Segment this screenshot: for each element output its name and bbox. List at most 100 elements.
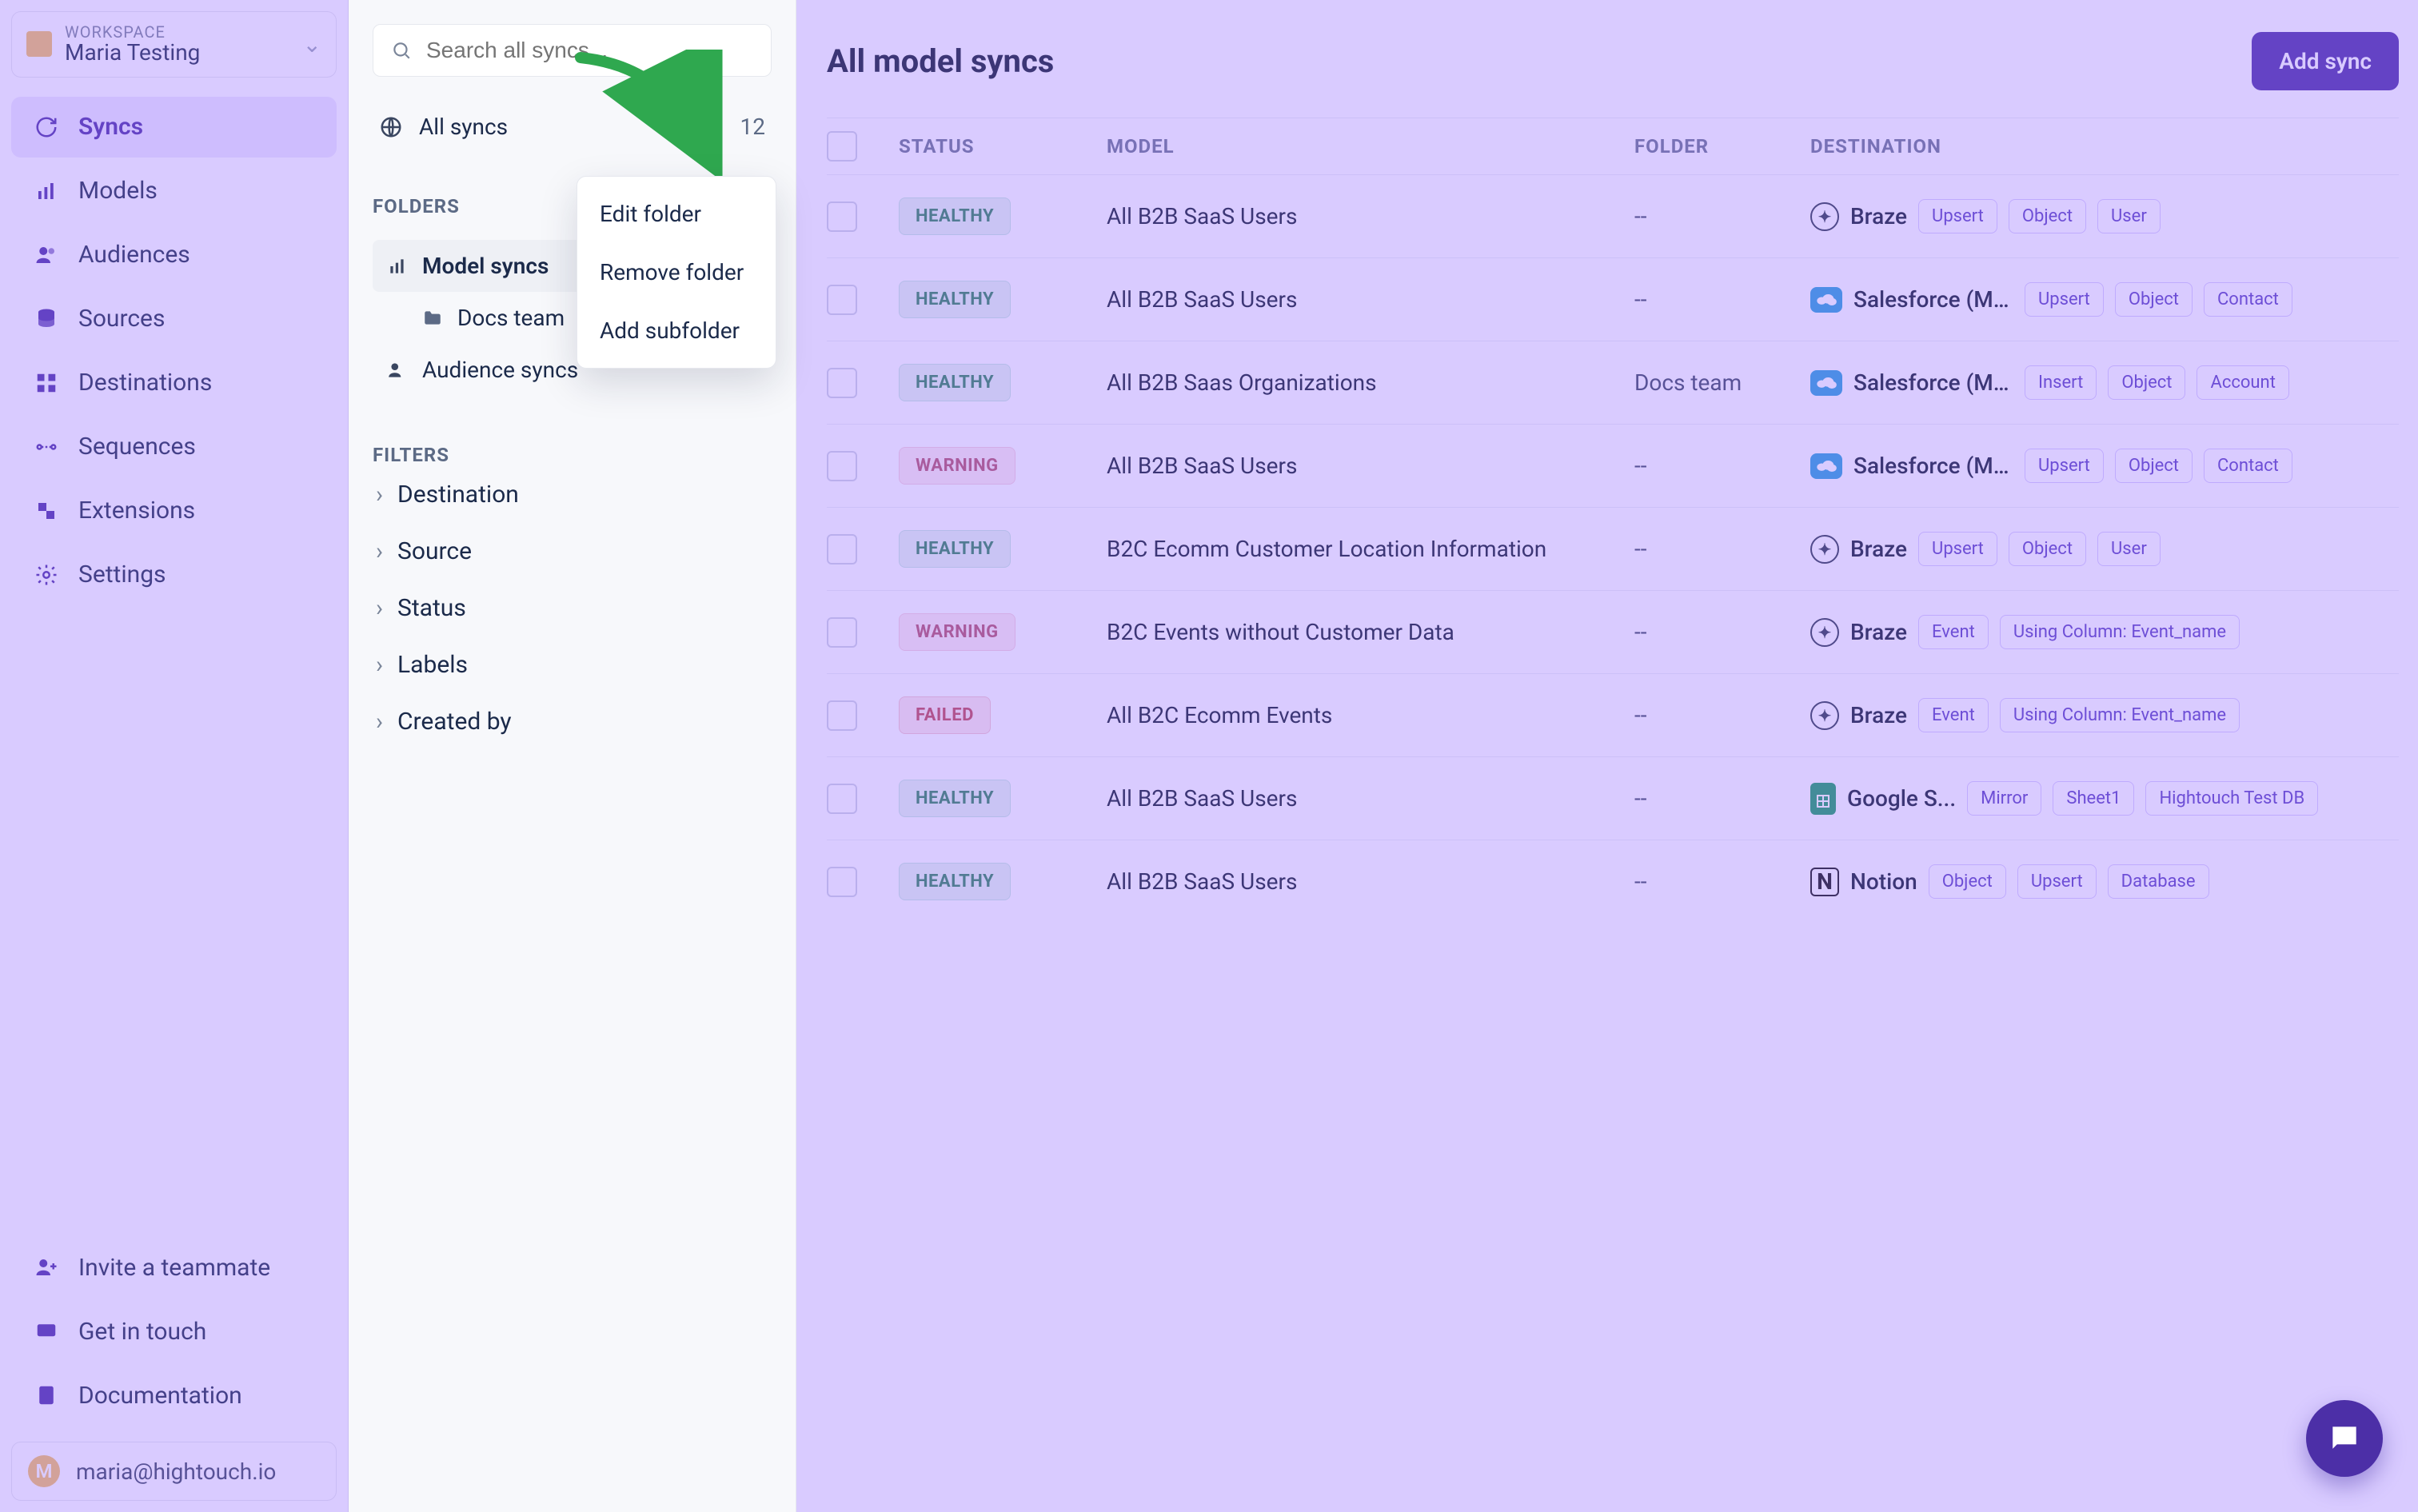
footer-label: Documentation bbox=[78, 1382, 242, 1410]
dest-tag: User bbox=[2097, 199, 2161, 233]
chat-fab[interactable] bbox=[2306, 1400, 2383, 1477]
folder-cell: -- bbox=[1634, 619, 1810, 645]
nav-list: Syncs Models Audiences Sources Destinati… bbox=[11, 97, 337, 605]
filter-createdby[interactable]: › Created by bbox=[373, 693, 772, 750]
table-row[interactable]: HEALTHYAll B2B SaaS Users--Google S... M… bbox=[827, 756, 2399, 840]
table-row[interactable]: HEALTHYAll B2B SaaS Users--✦Braze Upsert… bbox=[827, 174, 2399, 257]
users-icon bbox=[387, 360, 408, 381]
filter-status[interactable]: › Status bbox=[373, 580, 772, 636]
dest-tag: Account bbox=[2197, 365, 2288, 400]
table-row[interactable]: FAILEDAll B2C Ecomm Events--✦Braze Event… bbox=[827, 673, 2399, 756]
dest-tag: Object bbox=[2115, 282, 2193, 317]
folder-cell: -- bbox=[1634, 785, 1810, 812]
status-badge: WARNING bbox=[899, 613, 1015, 651]
folder-icon bbox=[422, 308, 443, 329]
chevron-right-icon: › bbox=[376, 594, 383, 622]
filter-destination[interactable]: › Destination bbox=[373, 466, 772, 523]
sync-icon bbox=[32, 113, 61, 142]
filter-label: Source bbox=[397, 537, 472, 565]
nav-item-sources[interactable]: Sources bbox=[11, 289, 337, 349]
row-checkbox[interactable] bbox=[827, 201, 857, 232]
filter-source[interactable]: › Source bbox=[373, 523, 772, 580]
col-model: MODEL bbox=[1107, 135, 1634, 158]
row-checkbox[interactable] bbox=[827, 534, 857, 565]
page-title: All model syncs bbox=[827, 42, 1054, 80]
select-all-checkbox[interactable] bbox=[827, 131, 857, 162]
workspace-name: Maria Testing bbox=[65, 41, 290, 66]
ctx-add-subfolder[interactable]: Add subfolder bbox=[577, 301, 776, 360]
table-row[interactable]: HEALTHYAll B2B Saas OrganizationsDocs te… bbox=[827, 341, 2399, 424]
status-badge: HEALTHY bbox=[899, 863, 1011, 900]
book-icon bbox=[32, 1381, 61, 1410]
row-checkbox[interactable] bbox=[827, 451, 857, 481]
destination-cell: Salesforce (Maria ... Upsert Object Cont… bbox=[1810, 449, 2399, 483]
status-badge: HEALTHY bbox=[899, 281, 1011, 318]
footer-invite[interactable]: Invite a teammate bbox=[11, 1237, 337, 1298]
nav-item-audiences[interactable]: Audiences bbox=[11, 225, 337, 285]
dest-tag: Using Column: Event_name bbox=[2000, 698, 2240, 732]
status-badge: FAILED bbox=[899, 696, 991, 734]
ctx-edit-folder[interactable]: Edit folder bbox=[577, 185, 776, 243]
user-menu[interactable]: M maria@hightouch.io bbox=[11, 1442, 337, 1501]
table-row[interactable]: HEALTHYAll B2B SaaS Users--NNotion Objec… bbox=[827, 840, 2399, 923]
footer-docs[interactable]: Documentation bbox=[11, 1365, 337, 1426]
dest-tag: Database bbox=[2108, 864, 2209, 899]
destination-name: Google S... bbox=[1847, 785, 1956, 812]
nav-footer: Invite a teammate Get in touch Documenta… bbox=[11, 1237, 337, 1501]
col-destination: DESTINATION bbox=[1810, 135, 2399, 158]
nav-item-models[interactable]: Models bbox=[11, 161, 337, 221]
puzzle-icon bbox=[32, 497, 61, 525]
row-checkbox[interactable] bbox=[827, 368, 857, 398]
left-nav: WORKSPACE Maria Testing ⌄ Syncs Models A… bbox=[0, 0, 349, 1512]
model-cell: All B2B SaaS Users bbox=[1107, 785, 1634, 812]
add-sync-button[interactable]: Add sync bbox=[2252, 32, 2399, 90]
table-body: HEALTHYAll B2B SaaS Users--✦Braze Upsert… bbox=[827, 174, 2399, 923]
dest-tag: Upsert bbox=[2025, 449, 2104, 483]
col-status: STATUS bbox=[899, 135, 1107, 158]
nav-item-settings[interactable]: Settings bbox=[11, 545, 337, 605]
nav-label: Extensions bbox=[78, 497, 195, 525]
model-cell: All B2B SaaS Users bbox=[1107, 868, 1634, 895]
row-checkbox[interactable] bbox=[827, 285, 857, 315]
salesforce-icon bbox=[1810, 287, 1842, 313]
dest-tag: Upsert bbox=[2017, 864, 2097, 899]
destination-name: Braze bbox=[1850, 702, 1907, 728]
table-row[interactable]: WARNINGB2C Events without Customer Data-… bbox=[827, 590, 2399, 673]
dest-tag: Object bbox=[2115, 449, 2193, 483]
nav-item-destinations[interactable]: Destinations bbox=[11, 353, 337, 413]
nav-item-sequences[interactable]: Sequences bbox=[11, 417, 337, 477]
model-cell: All B2B SaaS Users bbox=[1107, 453, 1634, 479]
all-syncs-label: All syncs bbox=[419, 114, 508, 140]
status-badge: HEALTHY bbox=[899, 780, 1011, 817]
folder-cell: -- bbox=[1634, 203, 1810, 229]
nav-item-extensions[interactable]: Extensions bbox=[11, 481, 337, 541]
nav-label: Settings bbox=[78, 561, 166, 588]
row-checkbox[interactable] bbox=[827, 867, 857, 897]
col-folder: FOLDER bbox=[1634, 135, 1810, 158]
braze-icon: ✦ bbox=[1810, 202, 1839, 231]
table-row[interactable]: HEALTHYB2C Ecomm Customer Location Infor… bbox=[827, 507, 2399, 590]
destination-cell: NNotion Object Upsert Database bbox=[1810, 864, 2399, 899]
folders-header-label: FOLDERS bbox=[373, 195, 460, 217]
dest-tag: Event bbox=[1918, 698, 1989, 732]
row-checkbox[interactable] bbox=[827, 784, 857, 814]
dest-tag: Insert bbox=[2025, 365, 2097, 400]
filter-labels[interactable]: › Labels bbox=[373, 636, 772, 693]
ctx-remove-folder[interactable]: Remove folder bbox=[577, 243, 776, 301]
row-checkbox[interactable] bbox=[827, 617, 857, 648]
braze-icon: ✦ bbox=[1810, 618, 1839, 647]
search-icon bbox=[391, 40, 412, 61]
nav-item-syncs[interactable]: Syncs bbox=[11, 97, 337, 158]
footer-getintouch[interactable]: Get in touch bbox=[11, 1301, 337, 1362]
workspace-switcher[interactable]: WORKSPACE Maria Testing ⌄ bbox=[11, 11, 337, 78]
table-row[interactable]: HEALTHYAll B2B SaaS Users--Salesforce (M… bbox=[827, 257, 2399, 341]
status-badge: HEALTHY bbox=[899, 530, 1011, 568]
chevron-right-icon: › bbox=[376, 708, 383, 736]
dest-tag: Hightouch Test DB bbox=[2145, 781, 2318, 816]
row-checkbox[interactable] bbox=[827, 700, 857, 731]
nav-label: Destinations bbox=[78, 369, 212, 397]
folder-label: Audience syncs bbox=[422, 357, 578, 383]
nav-label: Syncs bbox=[78, 113, 143, 141]
folder-label: Model syncs bbox=[422, 253, 549, 279]
table-row[interactable]: WARNINGAll B2B SaaS Users--Salesforce (M… bbox=[827, 424, 2399, 507]
